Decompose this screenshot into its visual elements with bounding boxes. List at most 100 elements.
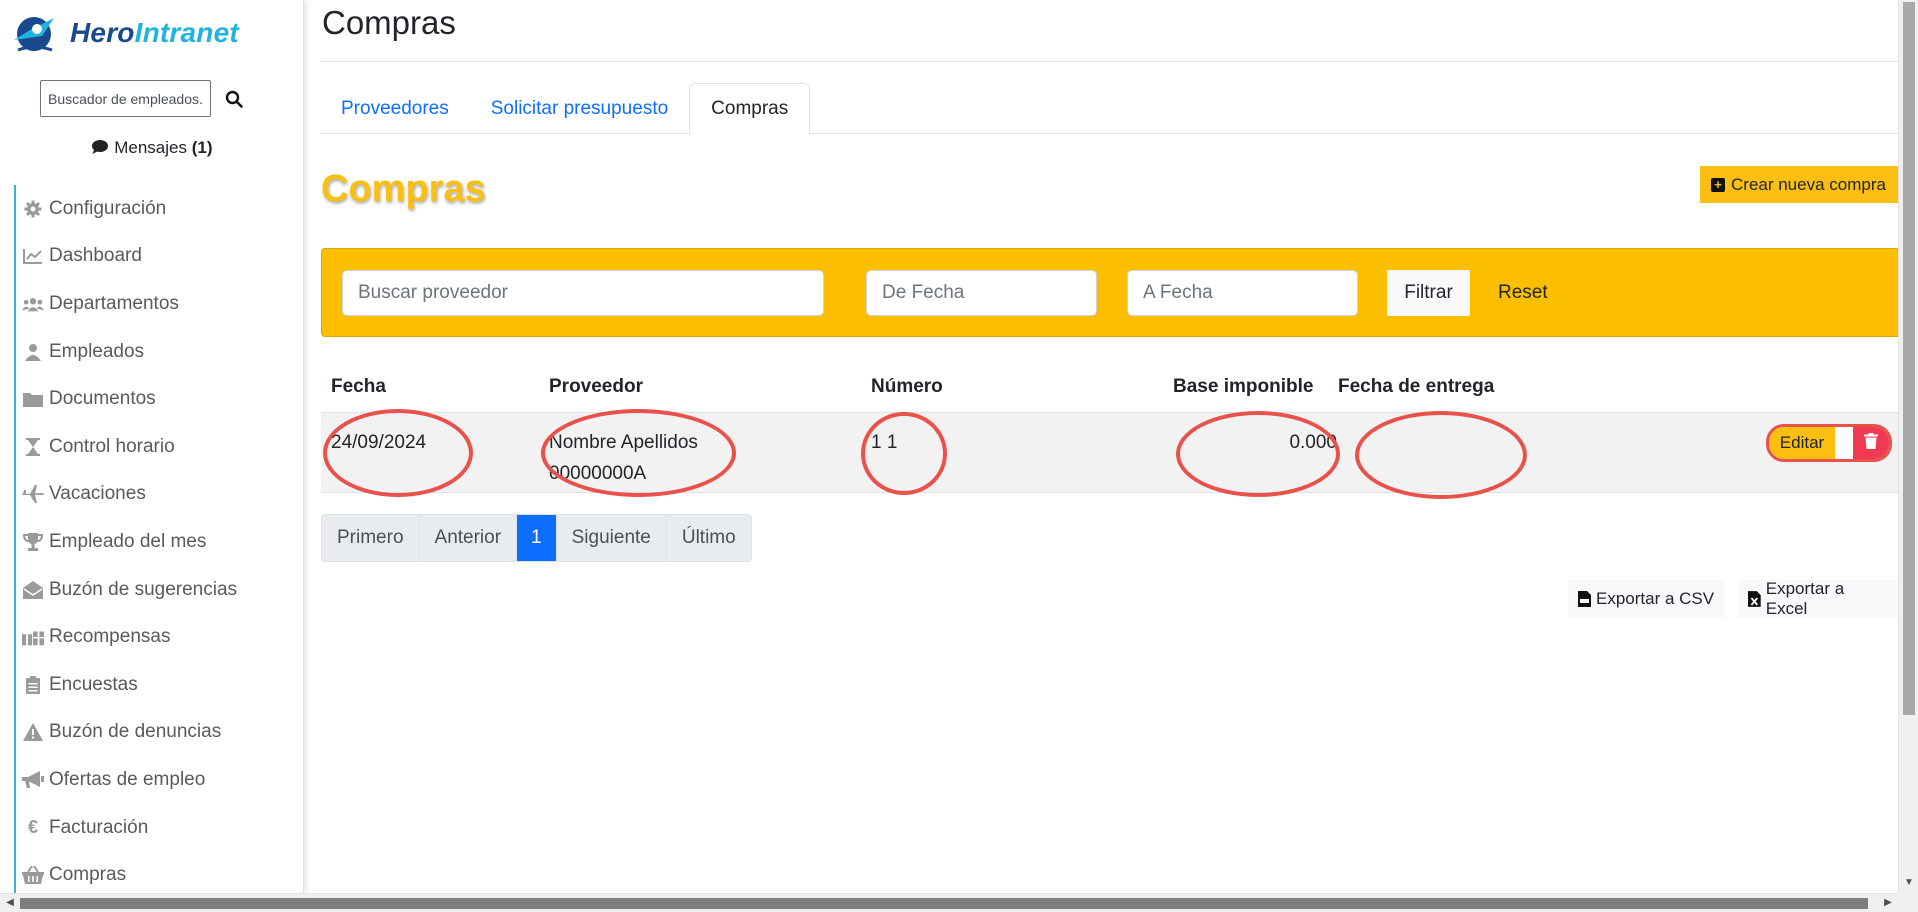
create-purchase-button[interactable]: + Crear nueva compra <box>1700 166 1900 203</box>
from-date-input[interactable] <box>866 270 1097 316</box>
sidebar-item-departamentos[interactable]: Departamentos <box>16 280 304 328</box>
to-date-input[interactable] <box>1127 270 1358 316</box>
page-next[interactable]: Siguiente <box>556 515 667 561</box>
sidebar-item-buzon-de-denuncias[interactable]: Buzón de denuncias <box>16 709 304 757</box>
table-header: Fecha Proveedor Número Base imponible Fe… <box>321 362 1901 412</box>
section-title: Compras <box>321 168 486 210</box>
horizontal-scroll-thumb[interactable] <box>20 898 1868 909</box>
sidebar-item-documentos[interactable]: Documentos <box>16 375 304 423</box>
employee-search <box>40 80 249 117</box>
filter-button[interactable]: Filtrar <box>1387 270 1470 316</box>
export-excel-label: Exportar a Excel <box>1765 579 1845 618</box>
reset-button[interactable]: Reset <box>1498 270 1548 316</box>
warning-icon <box>22 722 44 742</box>
edit-button[interactable]: Editar <box>1769 427 1835 459</box>
sidebar-item-empleado-del-mes[interactable]: Empleado del mes <box>16 518 304 566</box>
sidebar-item-compras[interactable]: Compras <box>16 851 304 899</box>
sidebar-item-empleados[interactable]: Empleados <box>16 328 304 376</box>
title-divider <box>320 61 1900 62</box>
gifts-icon <box>22 627 44 647</box>
scroll-left-arrow-icon[interactable]: ◀ <box>4 897 16 909</box>
search-icon[interactable] <box>219 84 249 114</box>
delete-button[interactable] <box>1853 427 1889 459</box>
cell-base-imponible: 0.000 <box>1289 432 1337 453</box>
sidebar-item-ofertas-de-empleo[interactable]: Ofertas de empleo <box>16 756 304 804</box>
scroll-right-arrow-icon[interactable]: ▶ <box>1882 897 1894 909</box>
cell-fecha: 24/09/2024 <box>331 432 427 453</box>
sidebar-item-vacaciones[interactable]: Vacaciones <box>16 471 304 519</box>
vertical-scrollbar[interactable]: ▼ <box>1898 0 1918 893</box>
sidebar-item-label: Ofertas de empleo <box>49 768 206 790</box>
create-purchase-label: Crear nueva compra <box>1731 174 1886 194</box>
plane-icon <box>22 484 44 504</box>
file-csv-icon <box>1578 591 1591 607</box>
comment-icon <box>91 138 114 157</box>
messages-count: (1) <box>191 138 213 157</box>
vertical-scroll-thumb[interactable] <box>1903 2 1915 715</box>
tab-proveedores[interactable]: Proveedores <box>320 83 470 134</box>
sidebar-item-label: Recompensas <box>49 626 171 648</box>
hero-mascot-logo-icon <box>14 17 54 52</box>
trash-icon <box>1864 432 1878 454</box>
page-last[interactable]: Último <box>666 515 751 561</box>
tab-compras[interactable]: Compras <box>689 83 811 135</box>
messages-link[interactable]: Mensajes (1) <box>0 138 304 158</box>
cell-proveedor-name: Nombre Apellidos <box>549 432 698 453</box>
app-window: HeroIntranet Mensajes (1) Configuración … <box>0 0 1918 912</box>
sidebar-item-label: Dashboard <box>49 245 142 267</box>
page-current[interactable]: 1 <box>517 515 557 561</box>
main-content: Compras Proveedores Solicitar presupuest… <box>320 0 1901 893</box>
basket-icon <box>22 865 44 885</box>
sidebar-item-label: Compras <box>49 864 127 886</box>
trophy-icon <box>22 532 44 552</box>
header-proveedor: Proveedor <box>549 376 643 397</box>
gear-icon <box>22 199 44 219</box>
file-excel-icon <box>1748 591 1761 607</box>
page-prev[interactable]: Anterior <box>419 515 518 561</box>
chart-line-icon <box>22 246 44 266</box>
brand-name-part1: Hero <box>70 17 135 48</box>
sidebar-item-dashboard[interactable]: Dashboard <box>16 233 304 281</box>
sidebar-item-buzon-de-sugerencias[interactable]: Buzón de sugerencias <box>16 566 304 614</box>
provider-search-input[interactable] <box>342 270 824 316</box>
sidebar-item-recompensas[interactable]: Recompensas <box>16 613 304 661</box>
employee-search-input[interactable] <box>40 80 211 117</box>
header-fecha-entrega: Fecha de entrega <box>1338 376 1495 397</box>
scroll-down-arrow-icon[interactable]: ▼ <box>1903 877 1915 889</box>
horizontal-scrollbar[interactable]: ◀ ▶ <box>0 893 1918 912</box>
page-first[interactable]: Primero <box>322 515 420 561</box>
brand-name-part2: Intranet <box>134 17 239 48</box>
sidebar-item-configuracion[interactable]: Configuración <box>16 185 304 233</box>
sidebar: HeroIntranet Mensajes (1) Configuración … <box>0 0 304 899</box>
brand-name: HeroIntranet <box>70 17 239 49</box>
annotation-circle-entrega <box>1355 411 1527 499</box>
plus-square-icon: + <box>1711 177 1725 192</box>
sidebar-item-encuestas[interactable]: Encuestas <box>16 661 304 709</box>
sidebar-item-label: Empleados <box>49 340 145 362</box>
export-csv-button[interactable]: Exportar a CSV <box>1568 580 1725 618</box>
sidebar-item-facturacion[interactable]: € Facturación <box>16 804 304 852</box>
brand-logo-link[interactable]: HeroIntranet <box>8 10 239 56</box>
sidebar-item-label: Departamentos <box>49 292 179 314</box>
sidebar-item-label: Facturación <box>49 816 149 838</box>
page-title: Compras <box>322 4 456 41</box>
sidebar-item-label: Vacaciones <box>49 483 146 505</box>
export-excel-button[interactable]: Exportar a Excel <box>1738 579 1898 618</box>
header-numero: Número <box>871 376 943 397</box>
sidebar-item-label: Encuestas <box>49 673 138 695</box>
bullhorn-icon <box>22 770 44 790</box>
table-row: 24/09/2024 Nombre Apellidos 00000000A 1 … <box>321 409 1901 499</box>
filter-bar: Filtrar Reset <box>321 248 1901 337</box>
envelope-open-icon <box>22 580 44 600</box>
clipboard-list-icon <box>22 675 44 695</box>
action-spacer <box>1835 427 1853 459</box>
sidebar-item-control-horario[interactable]: Control horario <box>16 423 304 471</box>
header-fecha: Fecha <box>331 376 386 397</box>
tab-solicitar-presupuesto[interactable]: Solicitar presupuesto <box>470 83 689 134</box>
sidebar-item-label: Buzón de denuncias <box>49 721 222 743</box>
sidebar-item-label: Buzón de sugerencias <box>49 578 238 600</box>
messages-label: Mensajes <box>114 138 187 157</box>
hourglass-icon <box>22 437 44 457</box>
row-actions: Editar <box>1766 424 1892 462</box>
tab-bar: Proveedores Solicitar presupuesto Compra… <box>320 83 1900 135</box>
